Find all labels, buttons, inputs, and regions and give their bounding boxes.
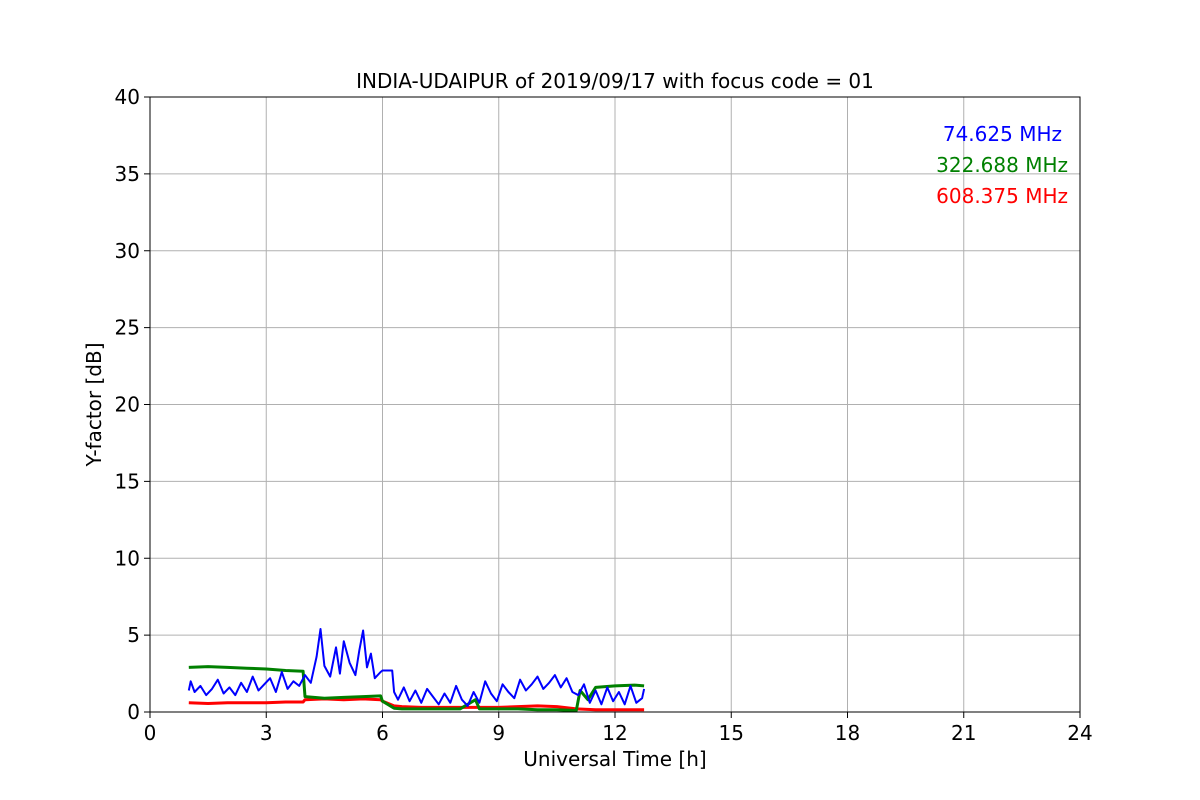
x-tick-label: 24: [1067, 721, 1092, 745]
y-tick-label: 10: [115, 546, 140, 570]
legend-entry-608-375: 608.375 MHz: [936, 184, 1068, 208]
y-tick-label: 5: [127, 623, 140, 647]
y-tick-label: 40: [115, 85, 140, 109]
x-tick-label: 9: [492, 721, 505, 745]
series-layer: [187, 628, 646, 712]
x-tick-label: 15: [719, 721, 744, 745]
y-tick-label: 0: [127, 700, 140, 724]
legend: 74.625 MHz 322.688 MHz 608.375 MHz: [936, 122, 1068, 208]
x-tick-label: 12: [602, 721, 627, 745]
x-tick-label: 3: [260, 721, 273, 745]
legend-entry-322-688: 322.688 MHz: [936, 153, 1068, 177]
x-tick-label: 21: [951, 721, 976, 745]
chart-canvas: 0 3 6 9 12 15 18 21 24 0 5 10 15 20 25 30 35 40 INDIA-UD…: [82, 69, 1093, 771]
y-axis-label: Y-factor [dB]: [82, 342, 106, 467]
y-axis-ticks: 0 5 10 15 20 25 30 35 40: [115, 85, 150, 724]
y-tick-label: 35: [115, 162, 140, 186]
y-tick-label: 20: [115, 393, 140, 417]
y-tick-label: 30: [115, 239, 140, 263]
y-tick-label: 15: [115, 469, 140, 493]
x-axis-label: Universal Time [h]: [523, 747, 706, 771]
x-axis-ticks: 0 3 6 9 12 15 18 21 24: [144, 712, 1093, 745]
chart-title: INDIA-UDAIPUR of 2019/09/17 with focus c…: [356, 69, 874, 93]
x-tick-label: 6: [376, 721, 389, 745]
x-tick-label: 0: [144, 721, 157, 745]
x-tick-label: 18: [835, 721, 860, 745]
y-tick-label: 25: [115, 316, 140, 340]
legend-entry-74-625: 74.625 MHz: [943, 122, 1062, 146]
